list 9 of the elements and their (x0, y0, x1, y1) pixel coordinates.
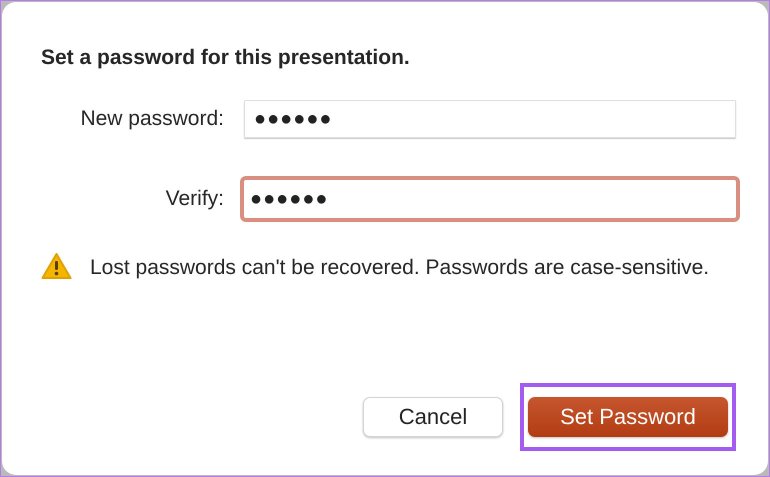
dialog-title: Set a password for this presentation. (41, 46, 411, 70)
warning-message: Lost passwords can't be recovered. Passwords are case-sensitive. (90, 255, 710, 281)
set-password-button[interactable]: Set Password (528, 397, 728, 437)
warning-icon (41, 252, 72, 280)
field-label: Verify: (164, 187, 224, 211)
password-field[interactable]: ●●●●●● (244, 100, 736, 138)
password-field[interactable]: ●●●●●● (240, 176, 740, 222)
cancel-button[interactable]: Cancel (363, 397, 503, 437)
field-label: New password: (79, 107, 224, 131)
